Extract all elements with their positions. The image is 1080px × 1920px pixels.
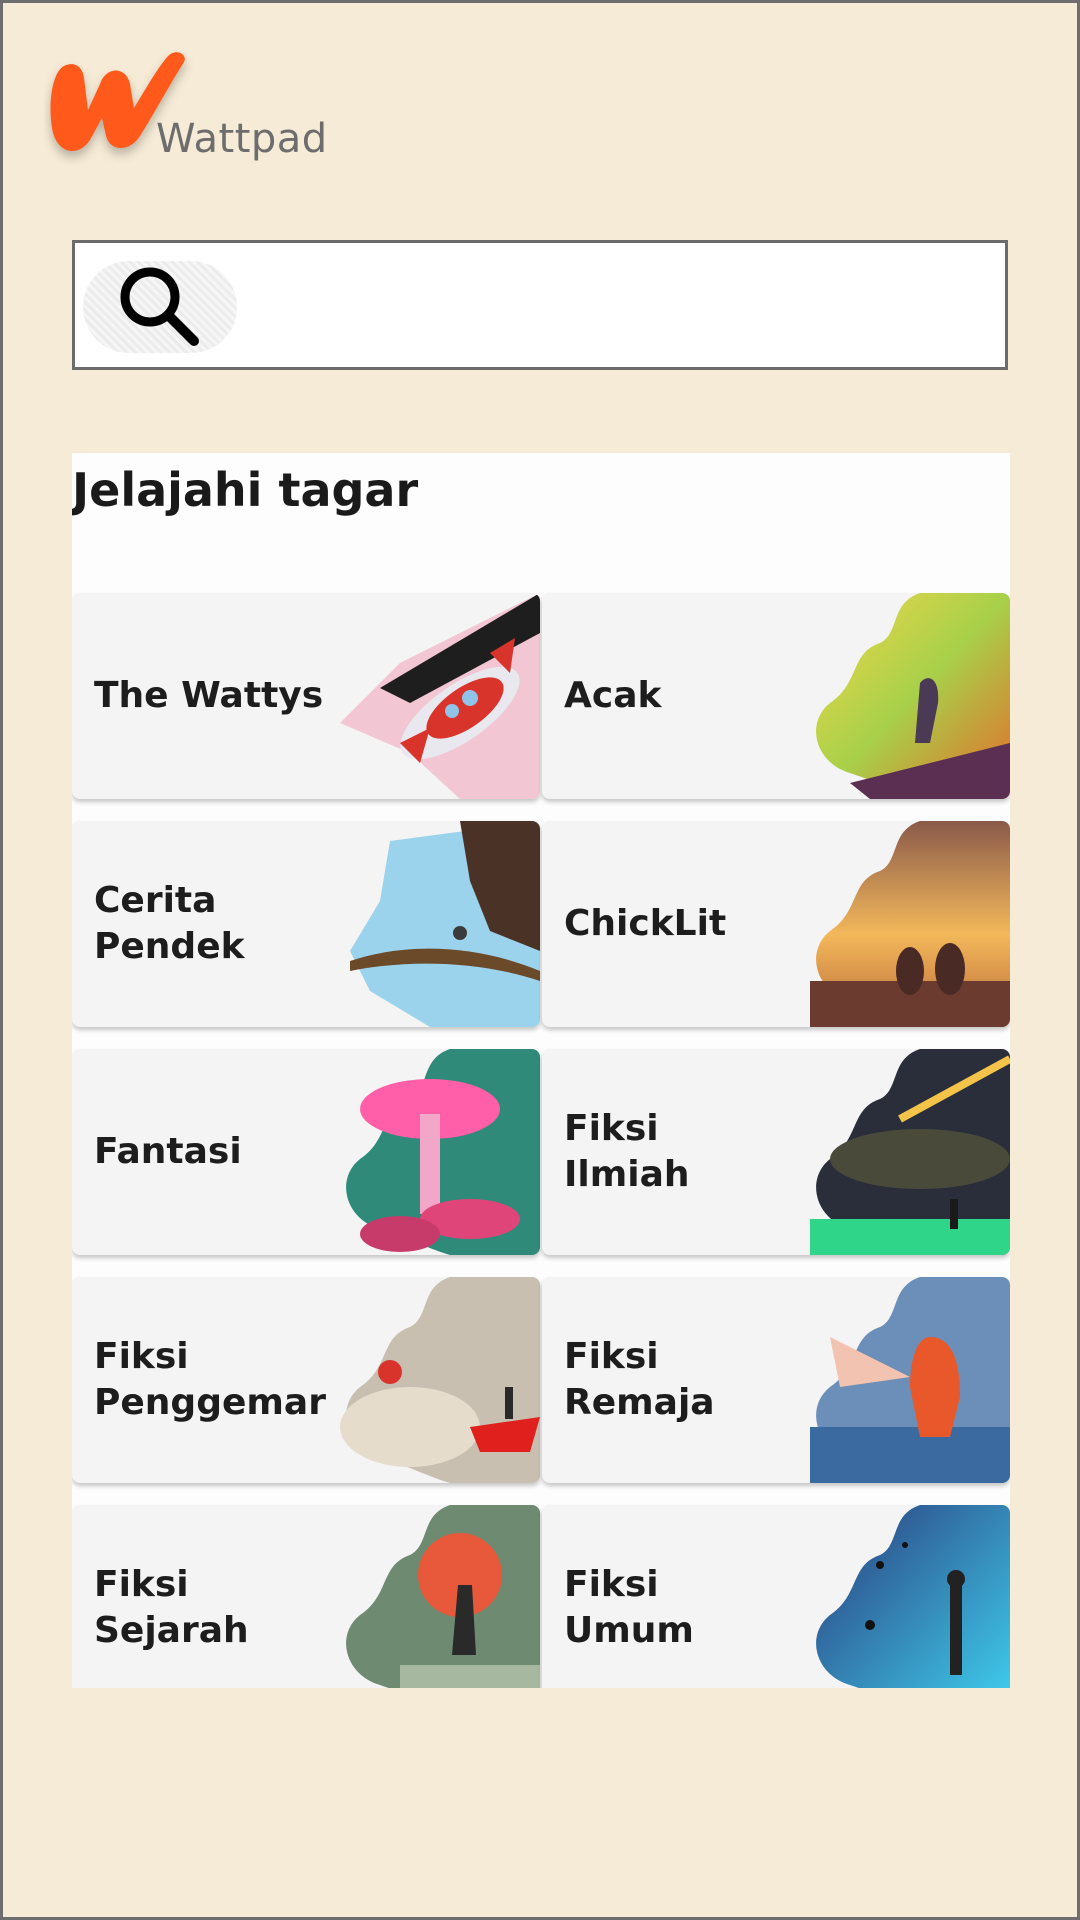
tag-card-fiksi-umum[interactable]: Fiksi Umum (542, 1505, 1010, 1688)
fire-cliff-illustration (816, 593, 1010, 799)
hooded-figure-illustration (810, 1277, 1010, 1483)
paper-boat-illustration (340, 1277, 540, 1483)
search-input[interactable] (255, 253, 985, 357)
wattpad-logo[interactable]: Wattpad (44, 44, 327, 174)
tag-card-the-wattys[interactable]: The Wattys (72, 593, 540, 799)
sunset-couple-illustration (810, 821, 1010, 1027)
search-button[interactable] (83, 261, 237, 353)
tag-label: The Wattys (94, 675, 324, 716)
tag-label: ChickLit (564, 903, 727, 944)
search-icon (120, 267, 199, 346)
tag-label: Fantasi (94, 1131, 242, 1172)
samurai-moon-illustration (346, 1505, 540, 1688)
space-figure-illustration (816, 1505, 1010, 1688)
tag-card-acak[interactable]: Acak (542, 593, 1010, 799)
logo-wordmark: Wattpad (156, 116, 328, 162)
tag-label: Fiksi Penggemar (94, 1336, 326, 1423)
ice-cliff-illustration (350, 821, 540, 1027)
rocket-illustration (340, 593, 540, 799)
search-bar[interactable] (72, 240, 1008, 370)
mushroom-illustration (346, 1049, 540, 1255)
meteor-illustration (810, 1049, 1010, 1255)
section-title: Jelajahi tagar (72, 463, 419, 517)
tag-card-fiksi-remaja[interactable]: Fiksi Remaja (542, 1277, 1010, 1483)
explore-tags-panel: Jelajahi tagar The Wattys Acak Cerita Pe… (72, 453, 1010, 1688)
tag-card-fiksi-penggemar[interactable]: Fiksi Penggemar (72, 1277, 540, 1483)
tag-card-fiksi-sejarah[interactable]: Fiksi Sejarah (72, 1505, 540, 1688)
tag-label: Cerita Pendek (94, 880, 245, 967)
tag-label: Fiksi Remaja (564, 1336, 715, 1423)
tag-label: Fiksi Ilmiah (564, 1108, 690, 1195)
tag-label: Fiksi Sejarah (94, 1564, 249, 1651)
tag-card-fiksi-ilmiah[interactable]: Fiksi Ilmiah (542, 1049, 1010, 1255)
tag-card-cerita-pendek[interactable]: Cerita Pendek (72, 821, 540, 1027)
tag-card-chicklit[interactable]: ChickLit (542, 821, 1010, 1027)
tag-label: Acak (564, 675, 662, 716)
tag-label: Fiksi Umum (564, 1564, 694, 1651)
tag-card-fantasi[interactable]: Fantasi (72, 1049, 540, 1255)
